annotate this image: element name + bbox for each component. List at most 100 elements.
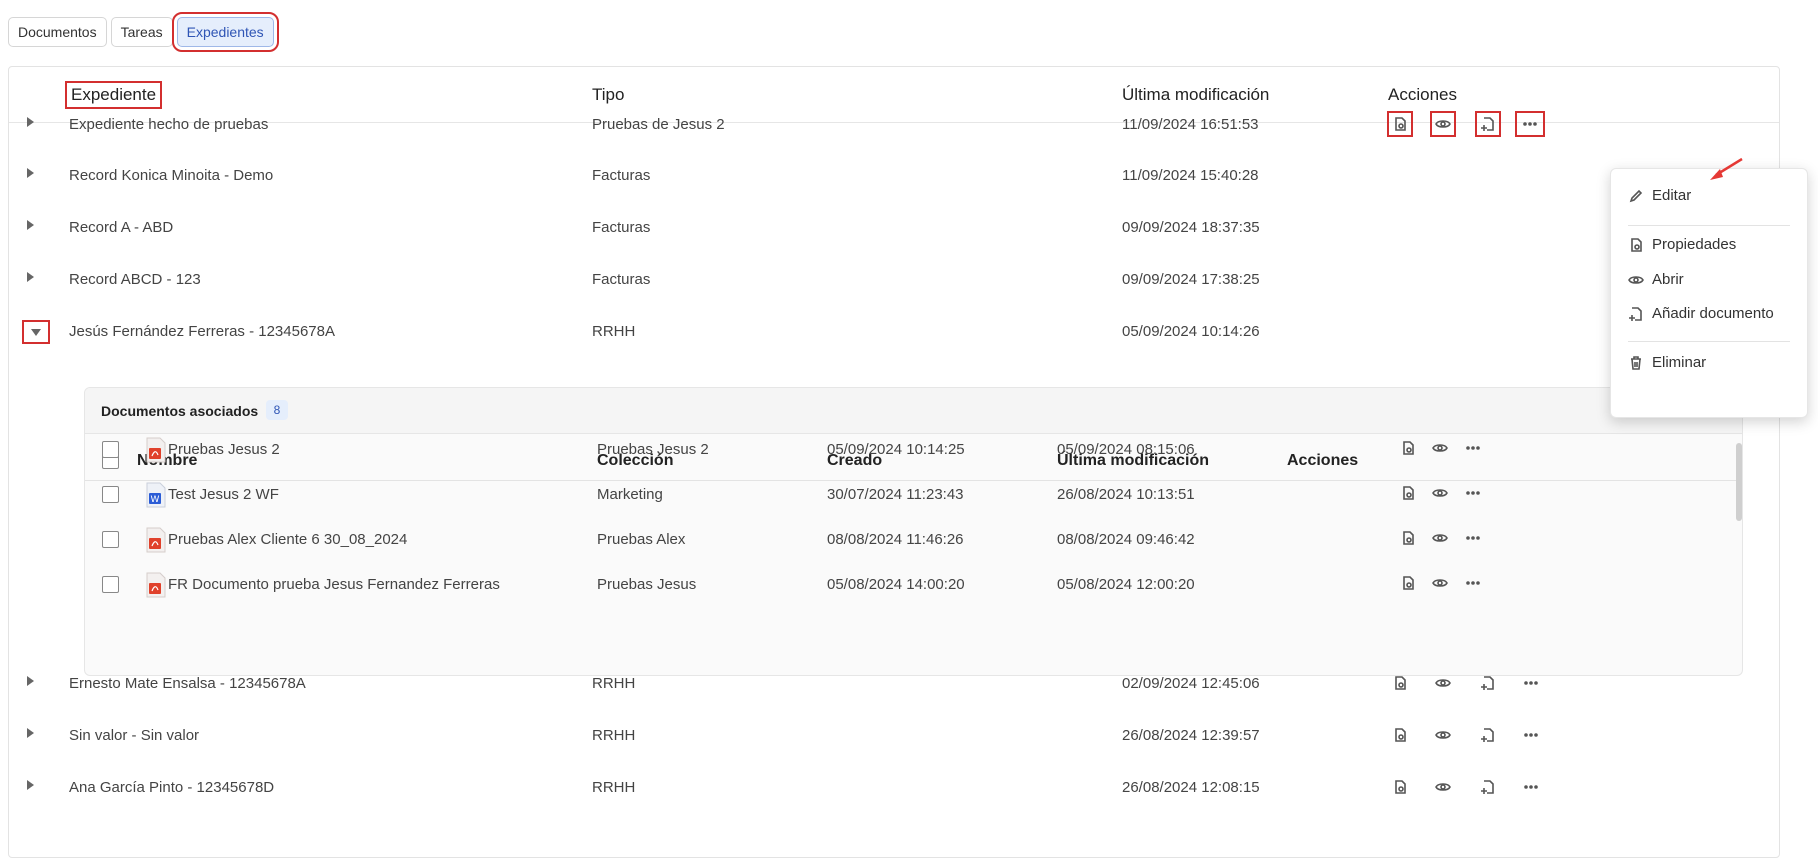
menu-item-abrir[interactable]: Abrir [1628, 271, 1684, 288]
pencil-icon [1629, 189, 1643, 202]
row-actions [1387, 111, 1557, 139]
properties-icon [1631, 237, 1642, 252]
row-name: Record Konica Minoita - Demo [69, 167, 274, 184]
expand-toggle-icon[interactable] [27, 168, 34, 178]
row-tipo: Facturas [592, 271, 651, 288]
row-fecha: 05/09/2024 10:14:26 [1122, 323, 1260, 340]
pdf-file-icon [146, 437, 166, 463]
eye-icon[interactable] [1427, 480, 1453, 506]
eye-icon[interactable] [1430, 774, 1456, 800]
menu-item-abrir-label: Abrir [1652, 271, 1684, 288]
menu-item-propiedades-label: Propiedades [1652, 236, 1737, 253]
document-name[interactable]: Pruebas Alex Cliente 6 30_08_2024 [168, 531, 407, 548]
menu-item-anadir-label: Añadir documento [1652, 305, 1774, 322]
row-tipo: Facturas [592, 219, 651, 236]
menu-item-editar[interactable]: Editar [1628, 187, 1691, 204]
tab-tareas[interactable]: Tareas [110, 17, 173, 47]
svg-text:W: W [151, 495, 160, 505]
row-actions [1387, 774, 1557, 802]
properties-icon[interactable] [1395, 570, 1421, 596]
more-icon[interactable] [1515, 111, 1545, 137]
table-row[interactable]: Record Konica Minoita - Demo Facturas 11/0… [9, 150, 1779, 202]
document-name[interactable]: FR Documento prueba Jesus Fernandez Ferr… [168, 576, 500, 593]
row-checkbox[interactable] [102, 576, 119, 593]
table-row[interactable]: Sin valor - Sin valor RRHH 26/08/2024 12:3… [9, 710, 1779, 762]
document-name[interactable]: Test Jesus 2 WF [168, 486, 279, 503]
row-fecha: 11/09/2024 16:51:53 [1122, 116, 1259, 133]
row-checkbox[interactable] [102, 441, 119, 458]
row-tipo: RRHH [592, 727, 636, 744]
eye-icon[interactable] [1427, 570, 1453, 596]
row-actions [1387, 722, 1557, 750]
row-checkbox[interactable] [102, 486, 119, 503]
table-row[interactable]: Record A - ABD Facturas 09/09/2024 18:37:3… [9, 202, 1779, 254]
documents-count-badge: 8 [266, 400, 288, 420]
properties-icon[interactable] [1395, 480, 1421, 506]
row-fecha: 09/09/2024 18:37:35 [1122, 219, 1260, 236]
more-icon[interactable] [1460, 570, 1486, 596]
eye-icon[interactable] [1430, 111, 1456, 137]
pdf-file-icon [146, 572, 166, 598]
table-row[interactable]: Record ABCD - 123 Facturas 09/09/2024 17:3… [9, 254, 1779, 306]
properties-icon[interactable] [1387, 111, 1413, 137]
expand-toggle-icon[interactable] [27, 220, 34, 230]
expand-toggle-icon[interactable] [27, 728, 34, 738]
row-actions [1387, 266, 1557, 294]
view-tabs: Documentos Tareas Expedientes [8, 12, 279, 52]
tab-expedientes[interactable]: Expedientes [171, 12, 279, 52]
associated-documents-header: Documentos asociados 8 [85, 388, 1742, 434]
document-coleccion: Pruebas Jesus 2 [597, 441, 709, 458]
properties-icon[interactable] [1395, 435, 1421, 461]
menu-item-eliminar[interactable]: Eliminar [1628, 354, 1706, 371]
table-row[interactable]: Expediente hecho de pruebas Pruebas de Je… [9, 99, 1779, 151]
document-name[interactable]: Pruebas Jesus 2 [168, 441, 280, 458]
row-tipo: RRHH [592, 675, 636, 692]
more-icon[interactable] [1518, 774, 1544, 800]
eye-icon[interactable] [1427, 435, 1453, 461]
row-tipo: RRHH [592, 779, 636, 796]
properties-icon[interactable] [1395, 525, 1421, 551]
row-name: Ernesto Mate Ensalsa - 12345678A [69, 675, 306, 692]
expand-toggle-icon[interactable] [27, 780, 34, 790]
menu-item-anadir-documento[interactable]: Añadir documento [1628, 305, 1774, 322]
expand-toggle-icon[interactable] [27, 272, 34, 282]
document-modificado: 05/09/2024 08:15:06 [1057, 441, 1195, 458]
properties-icon[interactable] [1387, 722, 1413, 748]
more-icon[interactable] [1518, 722, 1544, 748]
properties-icon[interactable] [1387, 774, 1413, 800]
add-document-icon[interactable] [1475, 722, 1501, 748]
row-fecha: 26/08/2024 12:08:15 [1122, 779, 1260, 796]
add-document-icon [1629, 306, 1642, 321]
row-name: Sin valor - Sin valor [69, 727, 200, 744]
row-checkbox[interactable] [102, 531, 119, 548]
expand-toggle-icon[interactable] [22, 320, 50, 344]
document-creado: 05/09/2024 10:14:25 [827, 441, 965, 458]
tab-documentos[interactable]: Documentos [8, 17, 107, 47]
row-fecha: 11/09/2024 15:40:28 [1122, 167, 1259, 184]
table-row[interactable]: Jesús Fernández Ferreras - 12345678A RRHH… [9, 306, 1779, 358]
document-coleccion: Pruebas Alex [597, 531, 686, 548]
more-icon[interactable] [1460, 480, 1486, 506]
expand-toggle-icon[interactable] [27, 676, 34, 686]
row-name: Ana García Pinto - 12345678D [69, 779, 275, 796]
table-row[interactable]: Ana García Pinto - 12345678D RRHH 26/08/20… [9, 762, 1779, 814]
associated-documents-title: Documentos asociados [101, 403, 259, 419]
add-document-icon[interactable] [1475, 111, 1501, 137]
expand-toggle-icon[interactable] [27, 117, 34, 127]
menu-item-editar-label: Editar [1652, 187, 1692, 204]
documents-scrollbar[interactable] [1736, 443, 1742, 521]
document-row[interactable]: FR Documento prueba Jesus Fernandez Ferr… [85, 567, 1742, 619]
records-table: Expediente Tipo Última modificación Acci… [8, 66, 1780, 858]
more-icon[interactable] [1460, 525, 1486, 551]
associated-documents-panel: Documentos asociados 8 Nombre Colección … [84, 387, 1743, 676]
more-icon[interactable] [1460, 435, 1486, 461]
row-tipo: Pruebas de Jesus 2 [592, 116, 725, 133]
menu-item-propiedades[interactable]: Propiedades [1628, 236, 1736, 253]
eye-icon[interactable] [1427, 525, 1453, 551]
document-creado: 05/08/2024 14:00:20 [827, 576, 965, 593]
actions-menu: Editar Propiedades Abrir Añadir document… [1610, 168, 1808, 418]
add-document-icon[interactable] [1475, 774, 1501, 800]
eye-icon [1628, 275, 1644, 284]
document-modificado: 26/08/2024 10:13:51 [1057, 486, 1195, 503]
eye-icon[interactable] [1430, 722, 1456, 748]
